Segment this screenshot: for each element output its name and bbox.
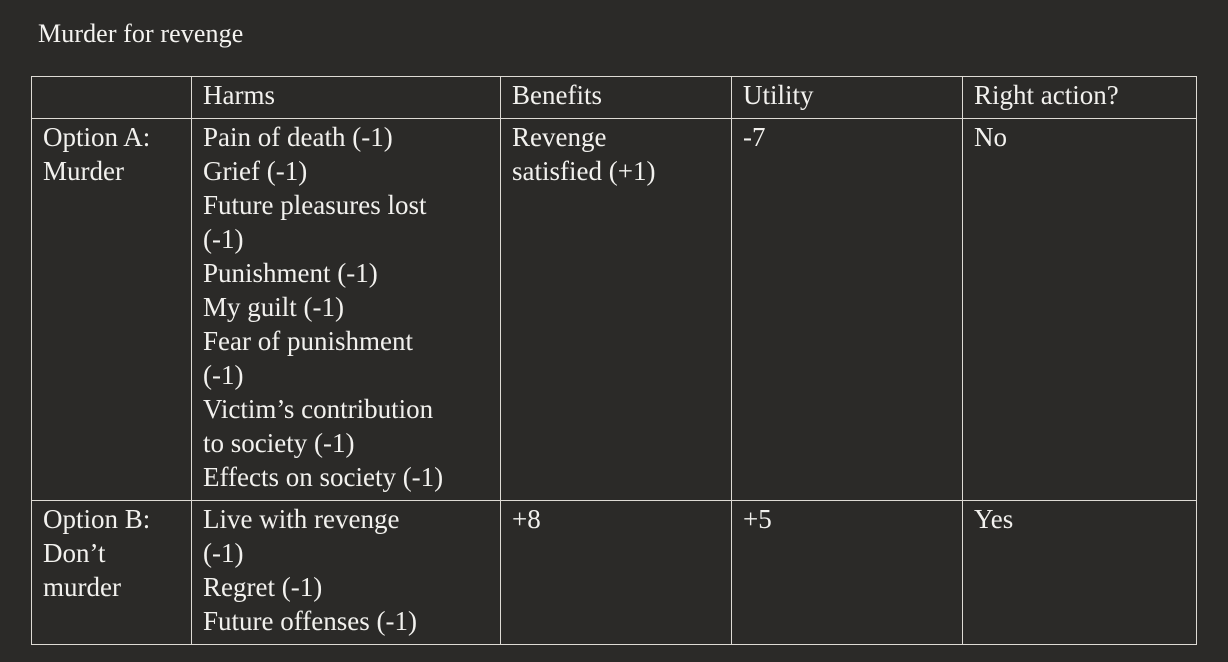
cell-text-line: Future offenses (-1) (203, 606, 417, 636)
page-root: Murder for revenge Harms Benefits Utilit… (0, 0, 1228, 662)
utility-table: Harms Benefits Utility Right action? Opt… (31, 76, 1197, 645)
cell-text-line: Pain of death (-1) (203, 122, 393, 152)
benefits-a-lines: Revenge satisfied (+1) (512, 120, 725, 188)
harms-b-lines: Live with revenge (-1) Regret (-1) Future o… (203, 502, 494, 638)
cell-text-line: Don’t (43, 538, 106, 568)
cell-text-line: murder (43, 572, 121, 602)
cell-text-line: to society (-1) (203, 428, 355, 458)
column-header-utility: Utility (731, 76, 963, 119)
cell-benefits: +8 (500, 500, 732, 645)
benefits-b-lines: +8 (512, 502, 725, 536)
cell-text-line: Option B: (43, 504, 151, 534)
page-title: Murder for revenge (38, 19, 244, 48)
column-header-benefits: Benefits (500, 76, 732, 119)
table-row: Option A: Murder Pain of death (-1) Grief … (31, 118, 1197, 501)
table-header-row: Harms Benefits Utility Right action? (31, 76, 1197, 119)
cell-right-action: No (962, 118, 1197, 501)
cell-right-action: Yes (962, 500, 1197, 645)
cell-text-line: Murder (43, 156, 124, 186)
cell-text-line: Future pleasures lost (203, 190, 427, 220)
table-row: Option B: Don’t murder Live with revenge (-… (31, 500, 1197, 645)
utility-table-container: Harms Benefits Utility Right action? Opt… (31, 76, 1197, 645)
cell-text-line: Grief (-1) (203, 156, 308, 186)
cell-option-label: Option A: Murder (31, 118, 192, 501)
cell-utility: -7 (731, 118, 963, 501)
harms-a-lines: Pain of death (-1) Grief (-1) Future pleas… (203, 120, 494, 494)
column-header-right-action: Right action? (962, 76, 1197, 119)
cell-text-line: Fear of punishment (203, 326, 413, 356)
option-a-lines: Option A: Murder (43, 120, 185, 188)
cell-text-line: (-1) (203, 360, 244, 390)
cell-text-line: Revenge (512, 122, 607, 152)
cell-benefits: Revenge satisfied (+1) (500, 118, 732, 501)
cell-text-line: +8 (512, 504, 541, 534)
option-b-lines: Option B: Don’t murder (43, 502, 185, 604)
column-header-harms: Harms (191, 76, 501, 119)
cell-text-line: Option A: (43, 122, 151, 152)
cell-utility: +5 (731, 500, 963, 645)
cell-text-line: Live with revenge (203, 504, 400, 534)
cell-harms: Live with revenge (-1) Regret (-1) Future o… (191, 500, 501, 645)
cell-text-line: Effects on society (-1) (203, 462, 444, 492)
cell-option-label: Option B: Don’t murder (31, 500, 192, 645)
table-header: Harms Benefits Utility Right action? (31, 76, 1197, 119)
cell-text-line: satisfied (+1) (512, 156, 656, 186)
cell-text-line: (-1) (203, 538, 244, 568)
cell-text-line: Punishment (-1) (203, 258, 378, 288)
cell-harms: Pain of death (-1) Grief (-1) Future pleas… (191, 118, 501, 501)
cell-text-line: (-1) (203, 224, 244, 254)
table-body: Option A: Murder Pain of death (-1) Grief … (31, 118, 1197, 645)
cell-text-line: Victim’s contribution (203, 394, 434, 424)
column-header-blank (31, 76, 192, 119)
cell-text-line: Regret (-1) (203, 572, 323, 602)
cell-text-line: My guilt (-1) (203, 292, 344, 322)
